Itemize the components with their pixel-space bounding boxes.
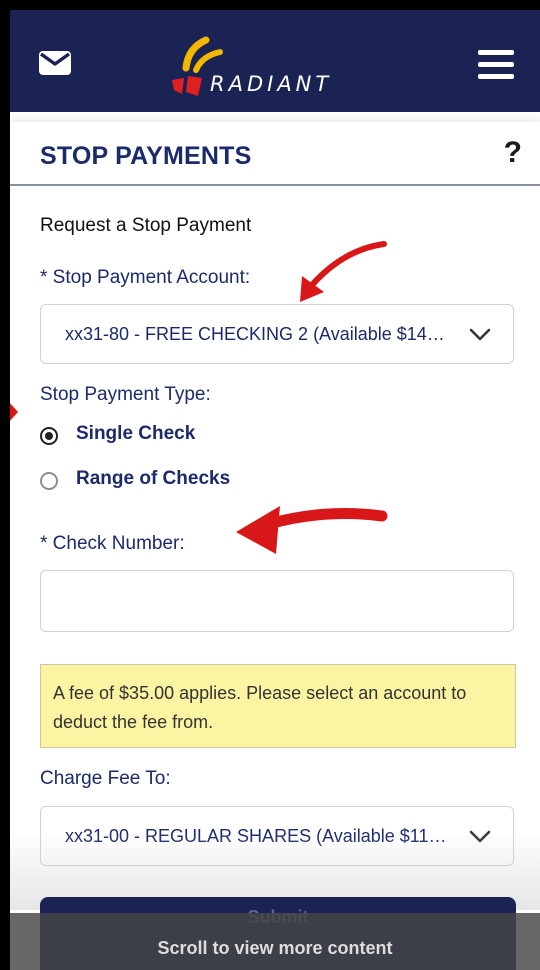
radio-checked-icon — [40, 427, 58, 445]
check-number-input[interactable] — [40, 570, 514, 632]
check-number-label: * Check Number: — [40, 533, 185, 554]
charge-fee-to-select[interactable]: xx31-00 - REGULAR SHARES (Available $11… — [40, 806, 514, 866]
charge-fee-to-value: xx31-00 - REGULAR SHARES (Available $11… — [65, 826, 447, 846]
radio-unchecked-icon — [40, 472, 58, 490]
hamburger-menu-icon[interactable] — [478, 50, 518, 82]
radio-single-check-label: Single Check — [76, 423, 196, 444]
page-header: STOP PAYMENTS ? — [10, 122, 540, 186]
help-icon[interactable]: ? — [504, 136, 522, 170]
stop-payment-account-value: xx31-80 - FREE CHECKING 2 (Available $14… — [65, 324, 445, 344]
radio-range-of-checks-label: Range of Checks — [76, 468, 231, 489]
page-title: STOP PAYMENTS — [40, 142, 252, 170]
brand-name: RADIANT — [210, 72, 333, 96]
annotation-arrow-check-number — [236, 506, 388, 554]
stop-payment-account-label: * Stop Payment Account: — [40, 267, 251, 288]
section-title: Request a Stop Payment — [40, 215, 252, 236]
top-nav-bar: RADIANT — [10, 10, 540, 112]
stop-payment-type-label: Stop Payment Type: — [40, 384, 211, 405]
radiant-logo: RADIANT — [168, 34, 378, 104]
stop-payment-account-select[interactable]: xx31-80 - FREE CHECKING 2 (Available $14… — [40, 304, 514, 364]
chevron-down-icon — [469, 830, 491, 843]
annotation-arrow-edge — [10, 403, 18, 421]
chevron-down-icon — [469, 328, 491, 341]
envelope-icon[interactable] — [38, 50, 72, 76]
charge-fee-to-label: Charge Fee To: — [40, 768, 171, 789]
fee-notice: A fee of $35.00 applies. Please select a… — [40, 664, 516, 748]
app-screen: RADIANT STOP PAYMENTS ? Request a Stop P… — [10, 10, 540, 970]
scroll-hint-banner: Scroll to view more content — [10, 913, 540, 970]
